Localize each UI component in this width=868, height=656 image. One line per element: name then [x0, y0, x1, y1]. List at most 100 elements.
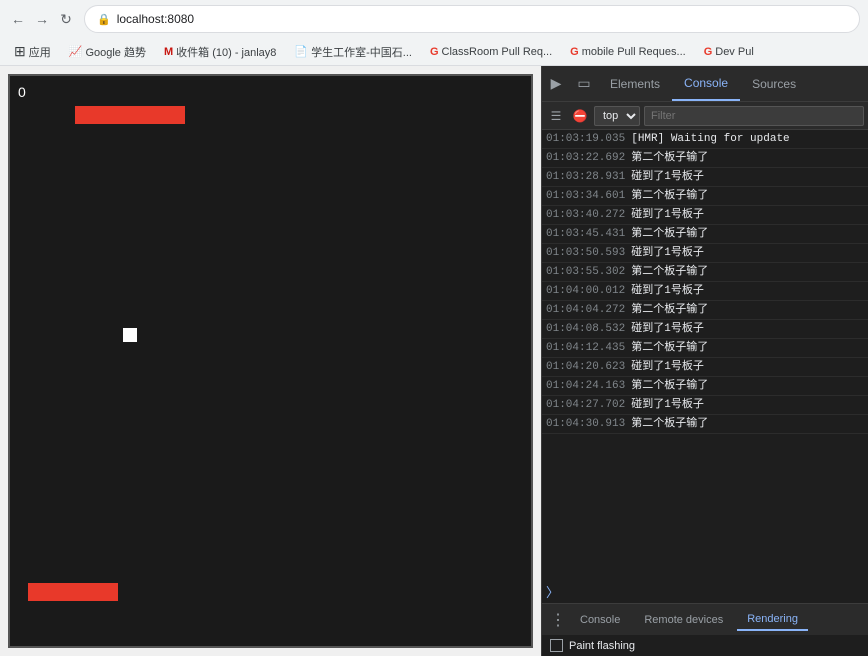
bookmark-student-icon: 📄	[294, 45, 308, 58]
log-entry: 01:03:50.593碰到了1号板子	[542, 244, 868, 263]
address-bar[interactable]: 🔒 localhost:8080	[84, 5, 860, 33]
console-settings-icon[interactable]: ☰	[546, 106, 566, 126]
bottom-tab-remote[interactable]: Remote devices	[634, 610, 733, 630]
bookmark-student-label: 学生工作室-中国石...	[311, 44, 412, 60]
url-display: localhost:8080	[117, 12, 194, 26]
log-message: 碰到了1号板子	[631, 359, 704, 375]
log-time: 01:03:28.931	[546, 169, 625, 185]
browser-toolbar: ← → ↻ 🔒 localhost:8080	[0, 0, 868, 38]
log-time: 01:04:27.702	[546, 397, 625, 413]
log-time: 01:04:20.623	[546, 359, 625, 375]
log-message: 第二个板子输了	[631, 416, 708, 432]
bookmark-trends-icon: 📈	[69, 45, 83, 58]
bottom-tab-console[interactable]: Console	[570, 610, 630, 630]
paint-flashing-checkbox[interactable]	[550, 639, 563, 652]
log-message: 第二个板子输了	[631, 188, 708, 204]
security-icon: 🔒	[97, 13, 111, 26]
log-message: 第二个板子输了	[631, 378, 708, 394]
log-entry: 01:04:08.532 碰到了1号板子	[542, 320, 868, 339]
log-entry: 01:03:28.931 碰到了1号板子	[542, 168, 868, 187]
log-message: 碰到了1号板子	[631, 169, 704, 185]
context-selector[interactable]: top	[594, 106, 640, 126]
log-time: 01:04:30.913	[546, 416, 625, 432]
log-entry: 01:03:22.692 第二个板子输了	[542, 149, 868, 168]
ball	[123, 328, 137, 342]
apps-grid-icon: ⊞	[14, 43, 26, 60]
log-entry: 01:03:19.035 [HMR] Waiting for update	[542, 130, 868, 149]
log-time: 01:03:22.692	[546, 150, 625, 166]
bookmarks-bar: ⊞ 应用 📈 Google 趋势 M 收件箱 (10) - janlay8 📄 …	[0, 38, 868, 66]
log-entry: 01:03:34.601第二个板子输了	[542, 187, 868, 206]
log-entry: 01:04:24.163 第二个板子输了	[542, 377, 868, 396]
bookmark-mail-icon: M	[164, 46, 173, 58]
bookmark-trends-label: Google 趋势	[85, 44, 146, 60]
bottom-tab-rendering[interactable]: Rendering	[737, 609, 808, 631]
bookmark-dev-label: Dev Pul	[715, 46, 754, 58]
log-entry: 01:03:55.302第二个板子输了	[542, 263, 868, 282]
bookmark-apps[interactable]: ⊞ 应用	[8, 41, 57, 62]
devtools-bottom-bar: ⋮ Console Remote devices Rendering	[542, 603, 868, 635]
devtools-device-button[interactable]: ▭	[570, 66, 598, 102]
main-content: 0 ▶ ▭ Elements Console Sources ☰ ⛔ top	[0, 66, 868, 656]
log-time: 01:03:45.431	[546, 226, 625, 242]
log-message: 碰到了1号板子	[631, 283, 704, 299]
console-clear-icon[interactable]: ⛔	[570, 106, 590, 126]
bookmark-mobile-icon: G	[570, 46, 579, 58]
log-message: 第二个板子输了	[631, 226, 708, 242]
bookmark-dev[interactable]: G Dev Pul	[698, 44, 760, 60]
game-score: 0	[18, 84, 26, 100]
log-time: 01:03:40.272	[546, 207, 625, 223]
log-message: 第二个板子输了	[631, 340, 708, 356]
bookmark-mobile-label: mobile Pull Reques...	[582, 46, 686, 58]
devtools-panel: ▶ ▭ Elements Console Sources ☰ ⛔ top 01:…	[541, 66, 868, 656]
settings-row: Paint flashing	[542, 635, 868, 656]
nav-buttons: ← → ↻	[8, 9, 76, 29]
paddle-top	[75, 106, 185, 124]
bookmark-classroom-label: ClassRoom Pull Req...	[442, 46, 553, 58]
log-time: 01:03:19.035	[546, 131, 625, 147]
log-time: 01:04:04.272	[546, 302, 625, 318]
log-time: 01:03:50.593	[546, 245, 625, 261]
devtools-toolbar: ▶ ▭ Elements Console Sources	[542, 66, 868, 102]
console-toolbar: ☰ ⛔ top	[542, 102, 868, 130]
back-button[interactable]: ←	[8, 9, 28, 29]
log-message: 碰到了1号板子	[631, 321, 704, 337]
log-entry: 01:04:12.435 第二个板子输了	[542, 339, 868, 358]
bookmark-apps-label: 应用	[29, 44, 51, 60]
log-entry: 01:03:40.272 碰到了1号板子	[542, 206, 868, 225]
devtools-tabs: Elements Console Sources	[598, 66, 868, 101]
bookmark-mobile[interactable]: G mobile Pull Reques...	[564, 44, 692, 60]
bottom-more-icon[interactable]: ⋮	[550, 610, 566, 630]
console-prompt-icon[interactable]: 〉	[542, 580, 868, 603]
log-time: 01:04:24.163	[546, 378, 625, 394]
log-entry: 01:04:20.623 碰到了1号板子	[542, 358, 868, 377]
bookmark-classroom-icon: G	[430, 46, 439, 58]
log-message: 碰到了1号板子	[631, 397, 704, 413]
log-message: 第二个板子输了	[631, 150, 708, 166]
log-entry: 01:03:45.431 第二个板子输了	[542, 225, 868, 244]
bookmark-classroom[interactable]: G ClassRoom Pull Req...	[424, 44, 558, 60]
forward-button[interactable]: →	[32, 9, 52, 29]
bookmark-student[interactable]: 📄 学生工作室-中国石...	[288, 42, 418, 62]
log-entry: 01:04:27.702 碰到了1号板子	[542, 396, 868, 415]
bookmark-dev-icon: G	[704, 46, 713, 58]
tab-sources[interactable]: Sources	[740, 66, 808, 101]
log-entry: 01:04:30.913 第二个板子输了	[542, 415, 868, 434]
reload-button[interactable]: ↻	[56, 9, 76, 29]
console-log: 01:03:19.035[HMR] Waiting for update01:0…	[542, 130, 868, 580]
log-message: 碰到了1号板子	[631, 207, 704, 223]
log-entry: 01:04:00.012碰到了1号板子	[542, 282, 868, 301]
tab-console[interactable]: Console	[672, 66, 740, 101]
log-entry: 01:04:04.272第二个板子输了	[542, 301, 868, 320]
paint-flashing-label: Paint flashing	[569, 640, 635, 652]
log-time: 01:04:08.532	[546, 321, 625, 337]
log-time: 01:04:12.435	[546, 340, 625, 356]
bookmark-trends[interactable]: 📈 Google 趋势	[63, 42, 152, 62]
paddle-bottom	[28, 583, 118, 601]
bookmark-mail-label: 收件箱 (10) - janlay8	[176, 44, 276, 60]
filter-input[interactable]	[644, 106, 864, 126]
tab-elements[interactable]: Elements	[598, 66, 672, 101]
log-message: [HMR] Waiting for update	[631, 131, 789, 147]
devtools-inspect-button[interactable]: ▶	[542, 66, 570, 102]
bookmark-mail[interactable]: M 收件箱 (10) - janlay8	[158, 42, 282, 62]
